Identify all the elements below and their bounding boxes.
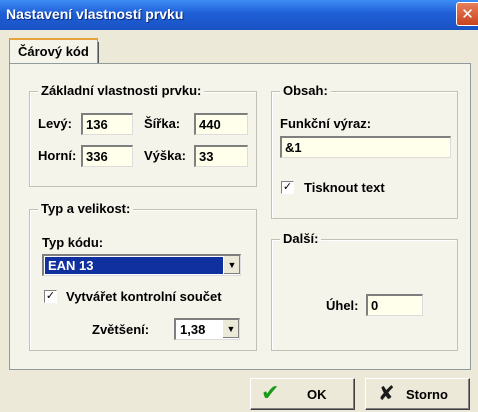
tab-barcode[interactable]: Čárový kód bbox=[9, 38, 99, 64]
checksum-label[interactable]: Vytvářet kontrolní součet bbox=[66, 289, 222, 304]
print-text-checkbox[interactable]: ✓ bbox=[281, 181, 294, 194]
top-input[interactable]: 336 bbox=[81, 145, 133, 167]
width-label: Šířka: bbox=[144, 116, 181, 131]
code-type-select[interactable]: EAN 13 ▼ bbox=[42, 254, 241, 276]
type-size-legend: Typ a velikost: bbox=[38, 201, 134, 216]
type-size-group: Typ a velikost: Typ kódu: EAN 13 ▼ ✓ Vyt… bbox=[29, 201, 257, 351]
cancel-label: Storno bbox=[406, 387, 448, 402]
other-legend: Další: bbox=[280, 231, 322, 246]
window-title: Nastavení vlastností prvku bbox=[6, 6, 184, 22]
zoom-label: Zvětšení: bbox=[92, 322, 150, 337]
check-icon: ✓ bbox=[45, 290, 56, 302]
zoom-value: 1,38 bbox=[180, 322, 206, 337]
tab-panel: Základní vlastnosti prvku: Levý: 136 Šíř… bbox=[9, 63, 471, 370]
top-label: Horní: bbox=[38, 148, 77, 163]
check-icon: ✓ bbox=[282, 181, 293, 193]
left-input[interactable]: 136 bbox=[81, 113, 133, 135]
x-icon: ✘ bbox=[378, 383, 395, 405]
check-icon: ✔ bbox=[261, 380, 280, 405]
content-legend: Obsah: bbox=[280, 83, 331, 98]
expression-label: Funkční výraz: bbox=[280, 116, 372, 131]
close-icon: ✕ bbox=[461, 6, 474, 23]
cancel-button[interactable]: ✘ Storno bbox=[365, 378, 470, 410]
content-group: Obsah: Funkční výraz: &1 ✓ Tisknout text bbox=[271, 83, 458, 219]
zoom-select[interactable]: 1,38 ▼ bbox=[174, 318, 240, 340]
chevron-down-icon[interactable]: ▼ bbox=[223, 256, 240, 274]
expression-input[interactable]: &1 bbox=[280, 136, 451, 158]
tab-barcode-label: Čárový kód bbox=[18, 44, 89, 59]
angle-label: Úhel: bbox=[326, 298, 359, 313]
ok-button[interactable]: ✔ OK bbox=[250, 378, 355, 410]
other-group: Další: Úhel: 0 bbox=[271, 231, 458, 351]
angle-input[interactable]: 0 bbox=[366, 294, 423, 316]
close-button[interactable]: ✕ bbox=[456, 2, 478, 26]
print-text-label[interactable]: Tisknout text bbox=[304, 180, 385, 195]
chevron-down-icon[interactable]: ▼ bbox=[222, 320, 239, 338]
ok-label: OK bbox=[307, 387, 327, 402]
left-label: Levý: bbox=[38, 116, 72, 131]
width-input[interactable]: 440 bbox=[194, 113, 248, 135]
basic-properties-group: Základní vlastnosti prvku: Levý: 136 Šíř… bbox=[29, 83, 257, 187]
title-bar[interactable]: Nastavení vlastností prvku ✕ bbox=[0, 0, 478, 30]
code-type-label: Typ kódu: bbox=[42, 235, 104, 250]
dialog-window: Nastavení vlastností prvku ✕ Čárový kód … bbox=[0, 0, 478, 412]
height-label: Výška: bbox=[144, 148, 186, 163]
basic-properties-legend: Základní vlastnosti prvku: bbox=[38, 83, 205, 98]
checksum-checkbox[interactable]: ✓ bbox=[44, 290, 57, 303]
code-type-value: EAN 13 bbox=[45, 257, 223, 274]
height-input[interactable]: 33 bbox=[194, 145, 248, 167]
